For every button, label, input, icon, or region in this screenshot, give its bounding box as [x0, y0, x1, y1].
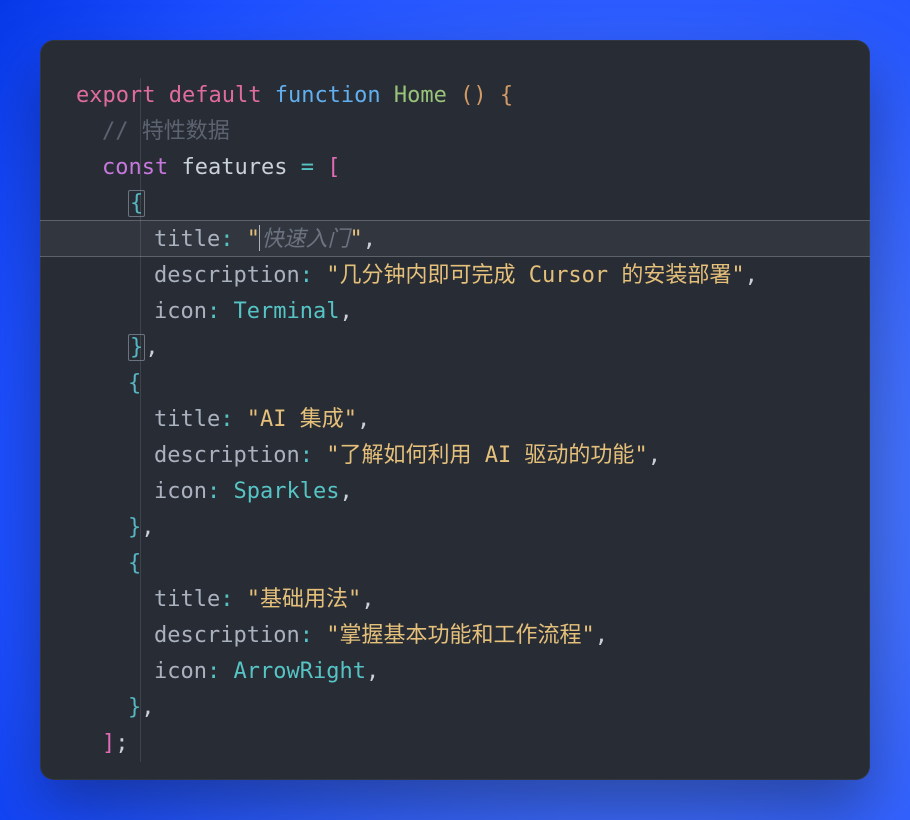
- code-line: // 特性数据: [76, 114, 842, 150]
- code-line: },: [76, 330, 842, 366]
- code-line: icon: Sparkles,: [76, 474, 842, 510]
- code-line: icon: Terminal,: [76, 294, 842, 330]
- code-line: description: "了解如何利用 AI 驱动的功能",: [76, 438, 842, 474]
- kw-export: export: [76, 83, 155, 108]
- close-obj: }: [128, 334, 145, 361]
- open-obj: {: [128, 551, 141, 576]
- code-line: },: [76, 510, 842, 546]
- icon-sparkles: Sparkles: [233, 479, 339, 504]
- code-line: title: "快速入门",: [76, 222, 842, 258]
- kw-function: function: [275, 83, 381, 108]
- code-line: icon: ArrowRight,: [76, 654, 842, 690]
- kw-default: default: [169, 83, 262, 108]
- code-line: export default function Home () {: [76, 78, 842, 114]
- open-obj: {: [128, 190, 145, 217]
- close-obj: }: [128, 515, 141, 540]
- string-literal: "掌握基本功能和工作流程": [326, 623, 595, 648]
- quote: ": [247, 227, 260, 252]
- open-obj: {: [128, 371, 141, 396]
- kw-const: const: [102, 155, 168, 180]
- equals: =: [301, 155, 314, 180]
- prop-icon: icon: [154, 299, 207, 324]
- code-line: {: [76, 186, 842, 222]
- code-line: title: "AI 集成",: [76, 402, 842, 438]
- open-brace: {: [500, 83, 513, 108]
- code-line: {: [76, 366, 842, 402]
- code-editor[interactable]: export default function Home () { // 特性数…: [40, 40, 870, 780]
- code-block[interactable]: export default function Home () { // 特性数…: [76, 78, 842, 762]
- comment: // 特性数据: [102, 119, 230, 144]
- prop-title: title: [154, 227, 220, 252]
- string-literal: "了解如何利用 AI 驱动的功能": [326, 443, 647, 468]
- var-features: features: [181, 155, 287, 180]
- fn-home: Home: [394, 83, 447, 108]
- code-line: ];: [76, 726, 842, 762]
- code-line: description: "几分钟内即可完成 Cursor 的安装部署",: [76, 258, 842, 294]
- string-literal: "几分钟内即可完成 Cursor 的安装部署": [326, 263, 744, 288]
- close-obj: }: [128, 695, 141, 720]
- inline-suggestion: 快速入门: [261, 227, 349, 252]
- icon-terminal: Terminal: [233, 299, 339, 324]
- code-line: title: "基础用法",: [76, 582, 842, 618]
- code-line: },: [76, 690, 842, 726]
- close-bracket: ]: [102, 731, 115, 756]
- code-line: {: [76, 546, 842, 582]
- prop-desc: description: [154, 263, 300, 288]
- open-bracket: [: [327, 155, 340, 180]
- parens: (): [460, 83, 487, 108]
- code-line: const features = [: [76, 150, 842, 186]
- string-literal: "基础用法": [247, 587, 362, 612]
- icon-arrowright: ArrowRight: [233, 659, 365, 684]
- code-line: description: "掌握基本功能和工作流程",: [76, 618, 842, 654]
- string-literal: "AI 集成": [247, 407, 357, 432]
